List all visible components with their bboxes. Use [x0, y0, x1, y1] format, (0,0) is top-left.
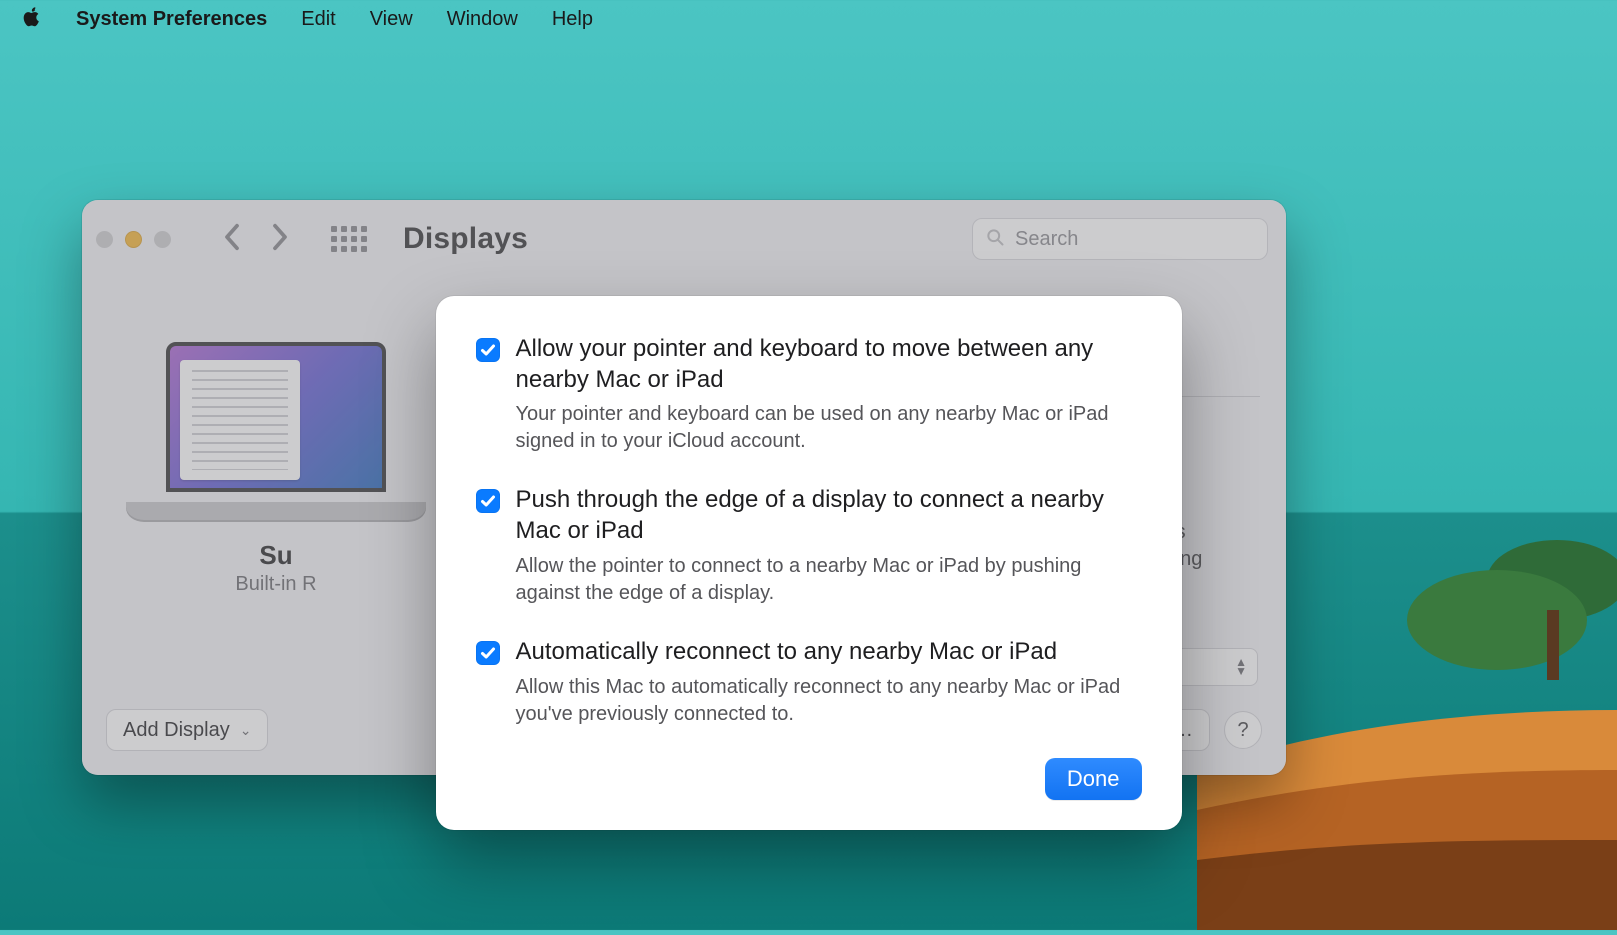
option-desc: Your pointer and keyboard can be used on… — [516, 401, 1142, 455]
apple-menu-icon[interactable] — [22, 6, 42, 32]
window-controls — [96, 231, 171, 248]
checkbox-allow-pointer-keyboard[interactable] — [476, 338, 500, 362]
option-desc: Allow this Mac to automatically reconnec… — [516, 674, 1142, 728]
checkbox-auto-reconnect[interactable] — [476, 641, 500, 665]
display-thumbnail-card[interactable]: Su Built-in R — [126, 342, 426, 596]
menu-window[interactable]: Window — [447, 8, 518, 31]
option-auto-reconnect: Automatically reconnect to any nearby Ma… — [476, 637, 1142, 728]
search-icon — [985, 227, 1005, 252]
menu-edit[interactable]: Edit — [301, 8, 335, 31]
option-title: Push through the edge of a display to co… — [516, 485, 1142, 546]
add-display-label: Add Display — [123, 719, 230, 742]
nav-arrows — [221, 222, 291, 257]
help-button[interactable]: ? — [1224, 711, 1262, 749]
search-field[interactable] — [972, 218, 1268, 260]
checkbox-push-through-edge[interactable] — [476, 489, 500, 513]
display-name-partial: Su — [126, 540, 426, 571]
done-button[interactable]: Done — [1045, 758, 1142, 800]
option-push-through-edge: Push through the edge of a display to co… — [476, 485, 1142, 606]
chevron-down-icon: ⌄ — [240, 722, 252, 739]
menu-help[interactable]: Help — [552, 8, 593, 31]
option-title: Allow your pointer and keyboard to move … — [516, 334, 1142, 395]
option-title: Automatically reconnect to any nearby Ma… — [516, 637, 1142, 668]
minimize-window-button[interactable] — [125, 231, 142, 248]
forward-button[interactable] — [269, 222, 291, 257]
app-menu[interactable]: System Preferences — [76, 8, 267, 31]
add-display-button[interactable]: Add Display ⌄ — [106, 709, 268, 751]
back-button[interactable] — [221, 222, 243, 257]
option-desc: Allow the pointer to connect to a nearby… — [516, 553, 1142, 607]
option-allow-pointer-keyboard: Allow your pointer and keyboard to move … — [476, 334, 1142, 455]
chevron-up-down-icon: ▲▼ — [1235, 659, 1247, 674]
pane-title: Displays — [403, 222, 528, 256]
display-subtitle-partial: Built-in R — [126, 573, 426, 596]
search-input[interactable] — [1015, 228, 1255, 251]
laptop-illustration — [126, 342, 426, 532]
zoom-window-button[interactable] — [154, 231, 171, 248]
menu-view[interactable]: View — [370, 8, 413, 31]
window-toolbar: Displays — [82, 200, 1286, 278]
close-window-button[interactable] — [96, 231, 113, 248]
show-all-button[interactable] — [331, 226, 367, 252]
universal-control-sheet: Allow your pointer and keyboard to move … — [436, 296, 1182, 830]
menubar: System Preferences Edit View Window Help — [0, 0, 1617, 38]
help-glyph: ? — [1237, 719, 1248, 742]
